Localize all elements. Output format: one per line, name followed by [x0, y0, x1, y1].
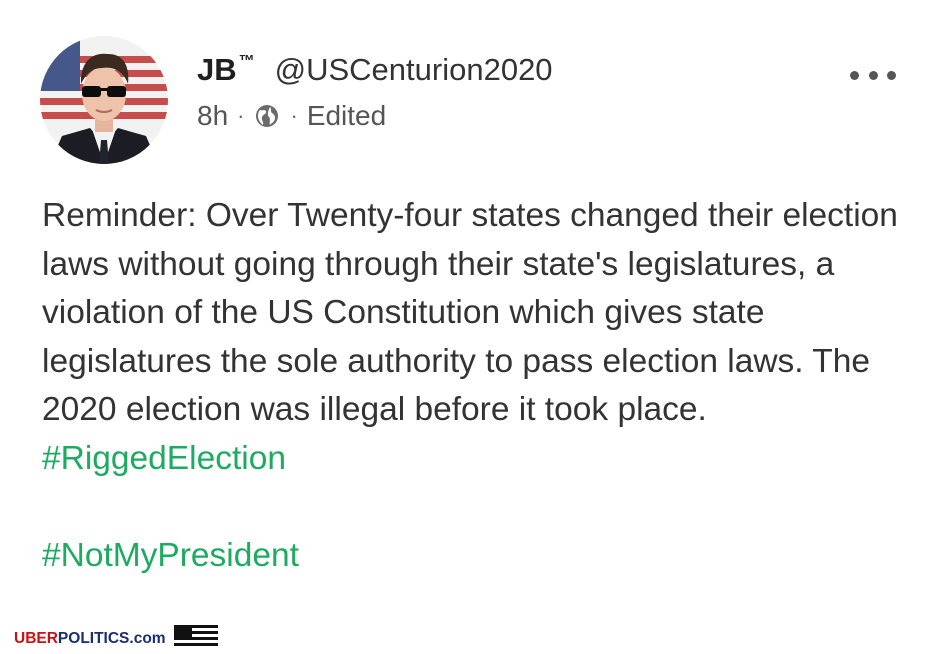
- author-line: JB ™ @USCenturion2020: [197, 52, 553, 88]
- post-header: JB ™ @USCenturion2020 8h · · Edited: [197, 52, 553, 132]
- author-handle[interactable]: @USCenturion2020: [275, 52, 553, 88]
- post-text: Reminder: Over Twenty-four states change…: [42, 197, 898, 428]
- avatar-image: [40, 36, 168, 164]
- post-card: JB ™ @USCenturion2020 8h · · Edited Remi…: [0, 0, 940, 653]
- us-flag-icon: [173, 624, 218, 654]
- post-body: Reminder: Over Twenty-four states change…: [42, 192, 912, 580]
- globe-icon: [253, 102, 281, 130]
- more-options-button[interactable]: [850, 62, 896, 88]
- trademark-symbol: ™: [238, 53, 255, 70]
- watermark-politics: POLITICS.com: [57, 630, 166, 647]
- meta-separator: ·: [237, 103, 245, 128]
- post-time[interactable]: 8h: [197, 100, 228, 132]
- site-watermark: UBER POLITICS.com: [14, 624, 218, 654]
- hashtag-link[interactable]: #NotMyPresident: [42, 532, 912, 581]
- author-name[interactable]: JB: [197, 52, 237, 88]
- more-dots-icon: [887, 70, 896, 80]
- post-meta: 8h · · Edited: [197, 100, 553, 132]
- meta-separator: ·: [290, 103, 298, 128]
- watermark-uber: UBER: [14, 630, 58, 647]
- hashtag-link[interactable]: #RiggedElection: [42, 435, 912, 484]
- edited-label: Edited: [306, 100, 387, 131]
- more-dots-icon: [868, 70, 878, 80]
- profile-avatar[interactable]: [40, 36, 168, 164]
- more-dots-icon: [850, 70, 859, 80]
